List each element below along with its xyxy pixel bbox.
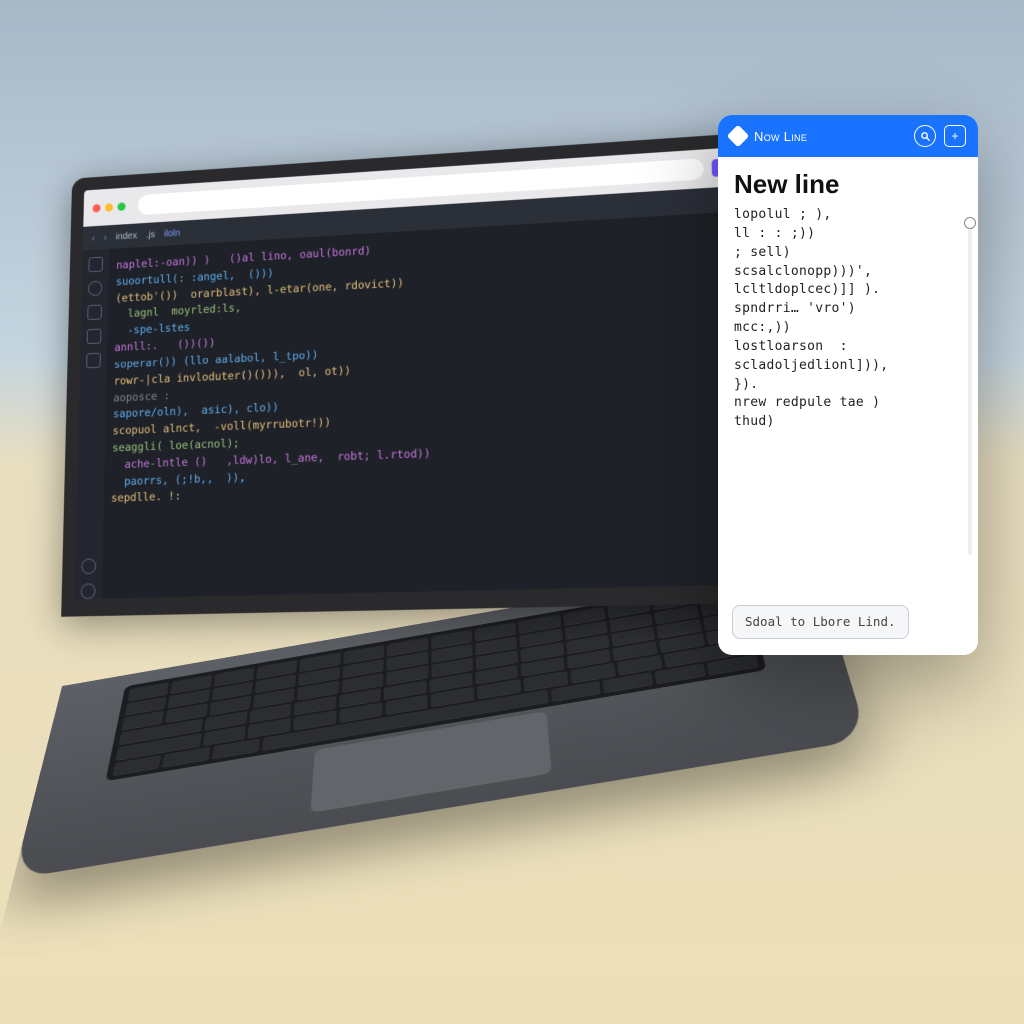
editor-tab[interactable]: .js: [146, 229, 155, 240]
address-bar[interactable]: [138, 158, 704, 215]
screen-bezel: ‹ › index .js iloln naplel:-oan)) ) (: [61, 132, 765, 616]
laptop: ‹ › index .js iloln naplel:-oan)) ) (: [40, 140, 800, 896]
newline-panel: Now Line + New line lopolul ; ), ll : : …: [718, 115, 978, 655]
activity-bar: [74, 249, 109, 599]
panel-action-button[interactable]: Sdoal to Lbore Lind.: [732, 605, 909, 639]
panel-body: New line lopolul ; ), ll : : ;)) ; sell)…: [718, 157, 978, 595]
files-icon[interactable]: [88, 257, 103, 273]
panel-heading: New line: [734, 169, 962, 200]
panel-content: lopolul ; ), ll : : ;)) ; sell) scsalclo…: [734, 206, 962, 432]
settings-icon[interactable]: [81, 583, 96, 599]
editor-tab[interactable]: index: [116, 230, 138, 241]
panel-header: Now Line +: [718, 115, 978, 157]
screen: ‹ › index .js iloln naplel:-oan)) ) (: [74, 147, 749, 599]
extensions-icon[interactable]: [86, 353, 101, 369]
debug-icon[interactable]: [87, 329, 102, 345]
editor-tab-active[interactable]: iloln: [164, 228, 180, 239]
search-icon[interactable]: [88, 281, 103, 297]
source-control-icon[interactable]: [87, 305, 102, 321]
chevron-left-icon[interactable]: ‹: [92, 233, 95, 243]
code-editor[interactable]: naplel:-oan)) ) ()al lino, oaul(bonrd) s…: [102, 211, 750, 598]
panel-footer: Sdoal to Lbore Lind.: [718, 595, 978, 655]
diamond-icon: [727, 125, 750, 148]
minimize-icon[interactable]: [105, 203, 113, 212]
account-icon[interactable]: [81, 558, 96, 574]
window-controls[interactable]: [93, 202, 126, 212]
browser-chrome: [83, 147, 740, 227]
search-icon[interactable]: [914, 125, 936, 147]
scroll-thumb[interactable]: [964, 217, 976, 229]
editor-body: naplel:-oan)) ) ()al lino, oaul(bonrd) s…: [74, 211, 749, 599]
close-icon[interactable]: [93, 203, 101, 212]
chevron-right-icon[interactable]: ›: [104, 232, 107, 242]
panel-title: Now Line: [754, 129, 807, 144]
add-icon[interactable]: +: [944, 125, 966, 147]
maximize-icon[interactable]: [117, 202, 125, 211]
scrollbar[interactable]: [968, 217, 972, 555]
